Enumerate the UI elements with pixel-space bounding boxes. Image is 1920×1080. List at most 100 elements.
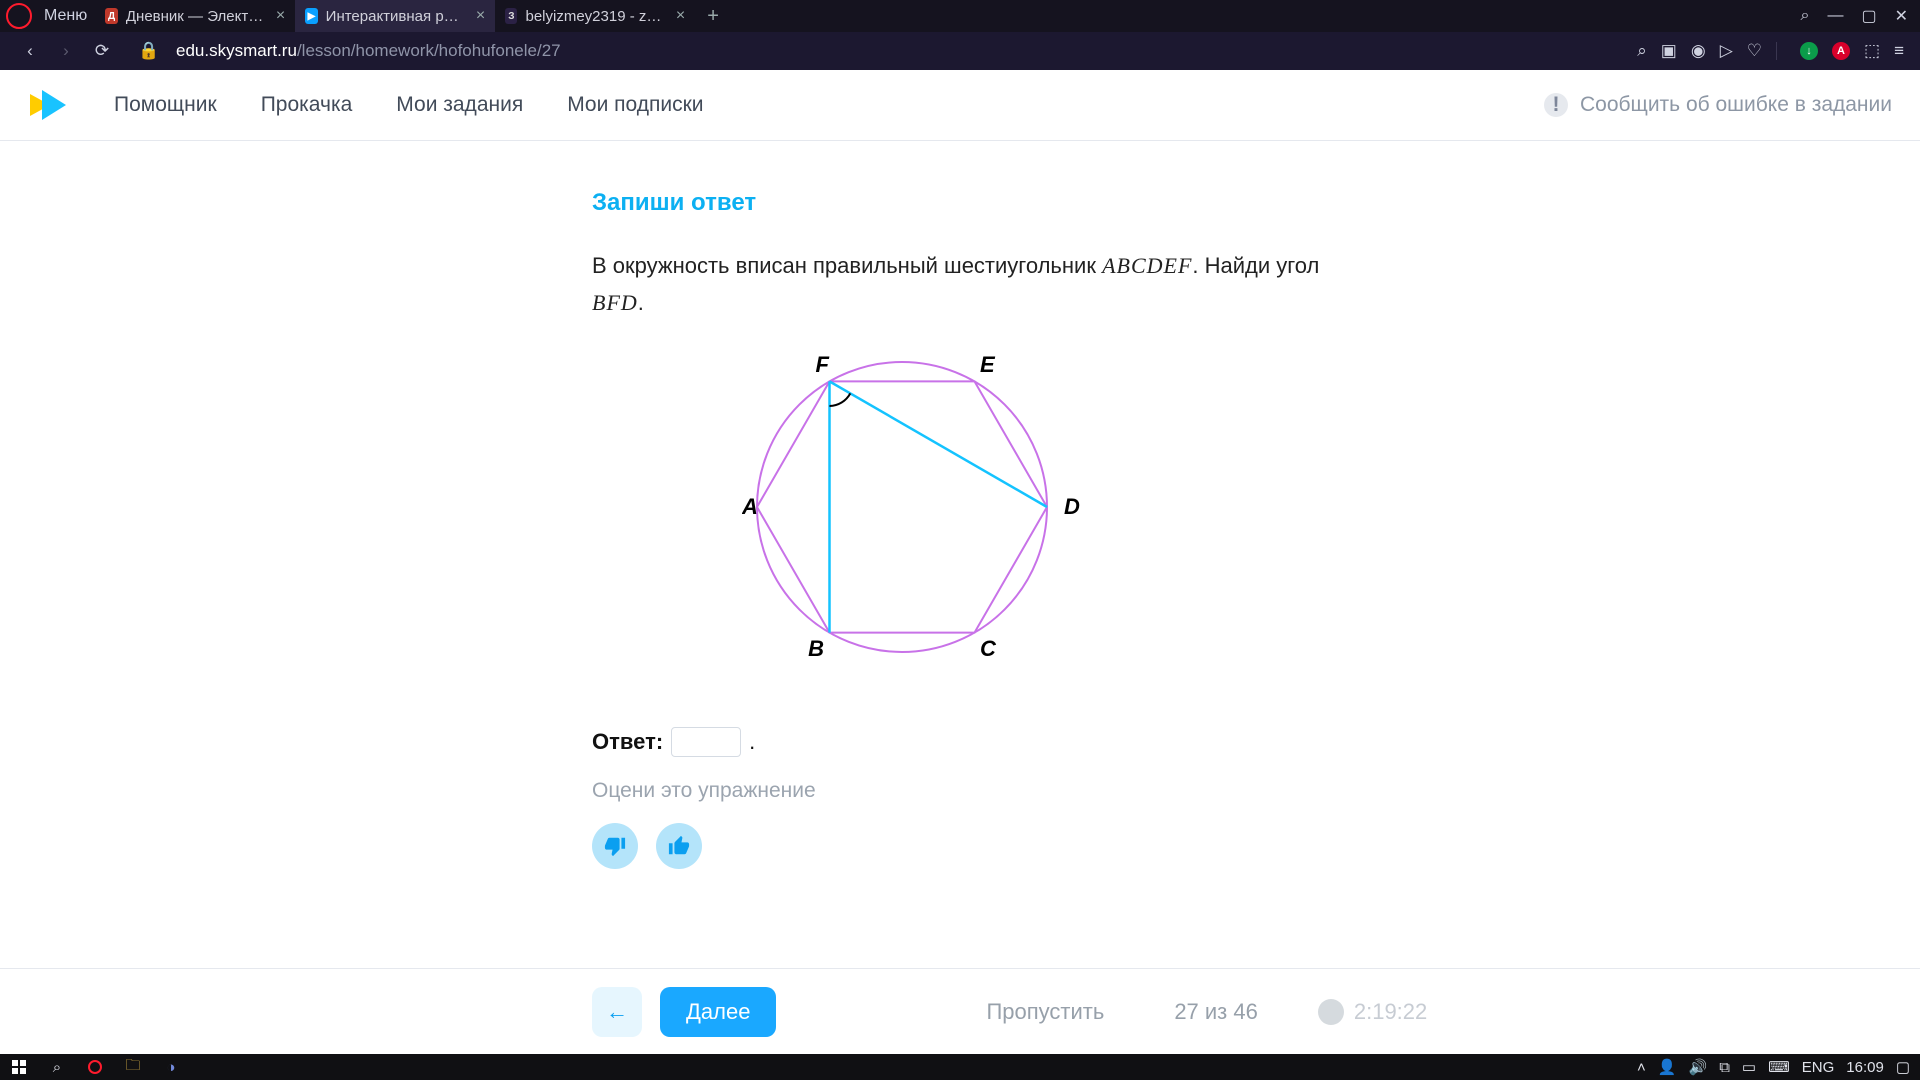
- rate-label: Оцени это упражнение: [592, 779, 1352, 803]
- ext-search-icon[interactable]: ⌕: [1637, 41, 1647, 61]
- ext-menu-icon[interactable]: ≡: [1894, 41, 1904, 61]
- tray-battery-icon[interactable]: ▭: [1742, 1058, 1756, 1076]
- nav-back-icon[interactable]: ‹: [20, 41, 40, 61]
- ext-heart-icon[interactable]: ♡: [1747, 41, 1762, 61]
- tray-keyboard-icon[interactable]: ⌨: [1768, 1058, 1790, 1076]
- content-area: Запиши ответ В окружность вписан правиль…: [0, 141, 1920, 968]
- ext-shield-icon[interactable]: ◉: [1691, 41, 1706, 61]
- next-label: Далее: [686, 999, 750, 1025]
- answer-row: Ответ: .: [592, 727, 1352, 757]
- task-search-icon[interactable]: ⌕: [38, 1054, 76, 1080]
- timer-value: 2:19:22: [1354, 999, 1427, 1025]
- tray-people-icon[interactable]: 👤: [1658, 1058, 1677, 1076]
- opera-logo-icon: [6, 3, 32, 29]
- vertex-label-D: D: [1064, 494, 1080, 519]
- search-icon[interactable]: ⌕: [1801, 7, 1810, 25]
- url-path: /lesson/homework/hofohufonele/27: [297, 41, 561, 60]
- math-expr: BFD: [592, 290, 638, 315]
- tray-action-center-icon[interactable]: ▢: [1896, 1058, 1910, 1076]
- nav-upgrade[interactable]: Прокачка: [261, 93, 353, 117]
- tab-favicon-icon: ▶: [305, 8, 317, 24]
- browser-tab[interactable]: Д Дневник — Электронный ×: [95, 0, 295, 32]
- tray-chevron-up-icon[interactable]: ˄: [1637, 1059, 1646, 1076]
- site-header: Помощник Прокачка Мои задания Мои подпис…: [0, 70, 1920, 141]
- math-expr: ABCDEF: [1102, 253, 1192, 278]
- ext-adblock-icon[interactable]: A: [1832, 42, 1850, 60]
- tab-close-icon[interactable]: ×: [672, 7, 685, 25]
- close-window-icon[interactable]: ✕: [1895, 6, 1908, 26]
- vertex-label-E: E: [980, 352, 996, 377]
- task-explorer-icon[interactable]: 🗀: [114, 1054, 152, 1080]
- start-button[interactable]: [0, 1054, 38, 1080]
- tray-network-icon[interactable]: ⧉: [1719, 1059, 1730, 1076]
- site-logo-icon[interactable]: [28, 88, 68, 122]
- new-tab-button[interactable]: +: [695, 5, 731, 28]
- tab-favicon-icon: Д: [105, 8, 118, 24]
- task-counter: 27 из 46: [1174, 999, 1258, 1025]
- separator: [1776, 42, 1786, 60]
- tab-label: belyizmey2319 - znanija.co: [525, 8, 663, 25]
- ext-down-arrow-icon[interactable]: ↓: [1800, 42, 1818, 60]
- report-error-label: Сообщить об ошибке в задании: [1580, 93, 1892, 117]
- lock-icon[interactable]: 🔒: [138, 41, 158, 61]
- tab-close-icon[interactable]: ×: [472, 7, 485, 25]
- browser-titlebar: Меню Д Дневник — Электронный × ▶ Интерак…: [0, 0, 1920, 32]
- answer-dot: .: [749, 729, 755, 755]
- thumbs-down-button[interactable]: [592, 823, 638, 869]
- browser-tab[interactable]: ▶ Интерактивная рабочая т ×: [295, 0, 495, 32]
- exclamation-icon: !: [1544, 93, 1568, 117]
- next-task-button[interactable]: Далее: [660, 987, 776, 1037]
- ext-camera-icon[interactable]: ▣: [1661, 41, 1677, 61]
- skip-button[interactable]: Пропустить: [986, 999, 1104, 1025]
- timer: 2:19:22: [1318, 999, 1427, 1025]
- ext-play-icon[interactable]: ▷: [1720, 41, 1733, 61]
- task-text-part: .: [638, 290, 644, 315]
- site-nav: Помощник Прокачка Мои задания Мои подпис…: [114, 93, 704, 117]
- task-opera-icon[interactable]: [76, 1054, 114, 1080]
- bottom-bar: ← Далее Пропустить 27 из 46 2:19:22: [0, 968, 1920, 1054]
- arrow-left-icon: ←: [606, 999, 628, 1025]
- clock-icon: [1318, 999, 1344, 1025]
- vertex-label-A: A: [742, 494, 758, 519]
- answer-input[interactable]: [671, 727, 741, 757]
- ext-cube-icon[interactable]: ⬚: [1864, 41, 1880, 61]
- task-text-part: . Найди угол: [1192, 253, 1319, 278]
- windows-icon: [12, 1060, 26, 1074]
- task-text: В окружность вписан правильный шестиугол…: [592, 247, 1352, 322]
- tray-clock[interactable]: 16:09: [1846, 1059, 1884, 1076]
- vertex-label-C: C: [980, 636, 997, 661]
- tab-favicon-icon: З: [505, 8, 517, 24]
- system-tray: ˄ 👤 🔊 ⧉ ▭ ⌨ ENG 16:09 ▢: [1627, 1058, 1920, 1076]
- browser-tab[interactable]: З belyizmey2319 - znanija.co ×: [495, 0, 695, 32]
- minimize-icon[interactable]: —: [1827, 7, 1843, 25]
- geometry-figure: F E D C B A: [742, 352, 1352, 677]
- nav-reload-icon[interactable]: ⟳: [92, 41, 112, 61]
- browser-menu-button[interactable]: Меню: [36, 7, 95, 25]
- task-container: Запиши ответ В окружность вписан правиль…: [592, 141, 1352, 869]
- title-right-icons: ⌕ — ▢ ✕: [1789, 6, 1920, 26]
- nav-my-tasks[interactable]: Мои задания: [396, 93, 523, 117]
- tray-lang[interactable]: ENG: [1802, 1059, 1835, 1076]
- windows-taskbar: ⌕ 🗀 ◑ ˄ 👤 🔊 ⧉ ▭ ⌨ ENG 16:09 ▢: [0, 1054, 1920, 1080]
- report-error-button[interactable]: ! Сообщить об ошибке в задании: [1544, 93, 1892, 117]
- tray-volume-icon[interactable]: 🔊: [1689, 1058, 1708, 1076]
- thumbs-up-icon: [668, 835, 690, 857]
- url-field[interactable]: edu.skysmart.ru/lesson/homework/hofohufo…: [176, 41, 561, 61]
- task-discord-icon[interactable]: ◑: [152, 1054, 190, 1080]
- nav-forward-icon: ›: [56, 41, 76, 61]
- prev-task-button[interactable]: ←: [592, 987, 642, 1037]
- maximize-icon[interactable]: ▢: [1861, 6, 1876, 26]
- browser-addressbar: ‹ › ⟳ 🔒 edu.skysmart.ru/lesson/homework/…: [0, 32, 1920, 70]
- tab-close-icon[interactable]: ×: [272, 7, 285, 25]
- url-host: edu.skysmart.ru: [176, 41, 297, 60]
- thumbs-up-button[interactable]: [656, 823, 702, 869]
- vertex-label-B: B: [808, 636, 824, 661]
- nav-helper[interactable]: Помощник: [114, 93, 217, 117]
- answer-label: Ответ:: [592, 729, 663, 755]
- rate-buttons: [592, 823, 1352, 869]
- nav-subscriptions[interactable]: Мои подписки: [567, 93, 703, 117]
- task-title: Запиши ответ: [592, 189, 1352, 217]
- task-text-part: В окружность вписан правильный шестиугол…: [592, 253, 1102, 278]
- tab-label: Интерактивная рабочая т: [326, 8, 464, 25]
- thumbs-down-icon: [604, 835, 626, 857]
